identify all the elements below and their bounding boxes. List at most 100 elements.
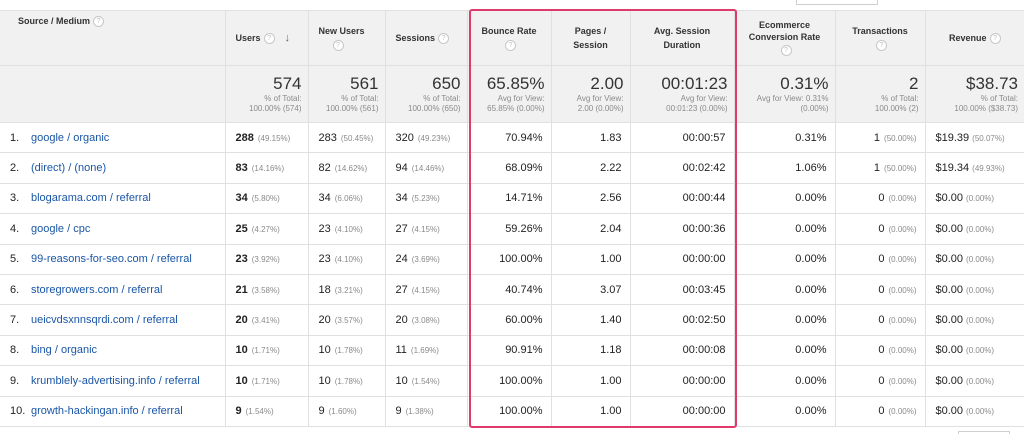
col-header-sessions[interactable]: Sessions? — [384, 10, 468, 66]
total-value: 561 — [350, 74, 379, 93]
users-percent: (1.54%) — [245, 407, 274, 417]
revenue-value: $19.34 — [935, 162, 970, 175]
total-value: 574 — [273, 74, 302, 93]
conversion-rate-cell: 0.00% — [733, 334, 836, 367]
col-header-ecommerce-conversion-rate[interactable]: Ecommerce Conversion Rate ? — [733, 10, 836, 66]
new-users-cell: 9 (1.60%) — [307, 395, 386, 427]
sessions-cell: 11 (1.69%) — [384, 334, 468, 367]
help-icon[interactable]: ? — [876, 40, 887, 52]
source-cell: 1. google / organic — [0, 121, 226, 154]
new-users-percent: (1.78%) — [334, 346, 363, 356]
revenue-cell: $0.00 (0.00%) — [924, 273, 1024, 306]
source-link[interactable]: ueicvdsxnnsqrdi.com / referral — [31, 314, 178, 326]
transactions-percent: (0.00%) — [888, 224, 917, 234]
transactions-cell: 0 (0.00%) — [834, 273, 926, 306]
duration-cell: 00:00:44 — [629, 182, 735, 215]
revenue-percent: (0.00%) — [966, 316, 995, 326]
col-header-avg-session-duration[interactable]: Avg. Session Duration — [629, 10, 735, 66]
help-icon[interactable]: ? — [505, 40, 516, 52]
total-note: % of Total: — [980, 94, 1018, 103]
sessions-cell: 24 (3.69%) — [384, 243, 468, 275]
source-link[interactable]: google / organic — [31, 132, 109, 144]
col-header-source-medium[interactable]: Source / Medium? — [0, 10, 226, 66]
pages-session-value: 1.83 — [600, 131, 622, 144]
help-icon[interactable]: ? — [332, 40, 344, 52]
bounce-rate-cell: 90.91% — [466, 334, 552, 367]
source-link[interactable]: 99-reasons-for-seo.com / referral — [31, 253, 192, 265]
total-note: Avg for View: — [576, 94, 624, 103]
conversion-rate-value: 0.31% — [795, 131, 827, 144]
conversion-rate-value: 0.00% — [795, 374, 827, 387]
transactions-value: 0 — [878, 253, 885, 266]
transactions-value: 0 — [878, 222, 885, 235]
source-link[interactable]: blogarama.com / referral — [31, 192, 151, 204]
transactions-percent: (0.00%) — [888, 194, 917, 204]
table-row: 3. blogarama.com / referral 34 (5.80%) 34 (6.… — [0, 182, 1024, 215]
source-link[interactable]: bing / organic — [31, 344, 97, 356]
duration-value: 00:00:08 — [682, 344, 726, 357]
users-cell: 10 (1.71%) — [224, 334, 309, 367]
users-cell: 25 (4.27%) — [224, 213, 309, 245]
source-link[interactable]: google / cpc — [31, 223, 90, 235]
pages-session-value: 2.56 — [600, 192, 622, 205]
bounce-rate-value: 100.00% — [499, 405, 543, 418]
transactions-value: 0 — [878, 283, 885, 296]
col-header-label: Users — [235, 32, 261, 43]
col-header-users[interactable]: Users? ↓ — [224, 10, 309, 66]
help-icon[interactable]: ? — [989, 33, 1001, 45]
help-icon[interactable]: ? — [780, 45, 792, 57]
col-header-label: Pages / Session — [573, 26, 608, 50]
transactions-cell: 0 (0.00%) — [834, 213, 926, 245]
sessions-percent: (1.54%) — [411, 376, 440, 386]
users-percent: (3.92%) — [251, 255, 280, 265]
bounce-rate-cell: 40.74% — [466, 273, 552, 306]
source-link[interactable]: storegrowers.com / referral — [31, 284, 162, 296]
duration-cell: 00:00:00 — [629, 365, 735, 397]
pages-session-cell: 2.04 — [550, 213, 631, 245]
transactions-cell: 1 (50.00%) — [834, 152, 926, 184]
transactions-cell: 0 (0.00%) — [834, 395, 926, 427]
source-link[interactable]: growth-hackingan.info / referral — [31, 405, 183, 417]
sessions-value: 20 — [395, 314, 408, 327]
new-users-percent: (1.60%) — [328, 407, 357, 417]
revenue-cell: $0.00 (0.00%) — [924, 334, 1024, 367]
conversion-rate-cell: 0.00% — [733, 395, 836, 427]
bottom-strip — [0, 429, 1024, 434]
total-value: 2.00 — [590, 74, 624, 93]
col-header-new-users[interactable]: New Users ? — [307, 10, 386, 66]
col-header-pages-session[interactable]: Pages / Session — [550, 10, 631, 66]
help-icon[interactable]: ? — [263, 32, 275, 44]
col-header-transactions[interactable]: Transactions ? — [834, 10, 926, 66]
duration-cell: 00:00:08 — [629, 334, 735, 367]
sort-desc-icon[interactable]: ↓ — [285, 31, 291, 45]
users-cell: 83 (14.16%) — [224, 152, 309, 184]
conversion-rate-cell: 1.06% — [733, 152, 836, 184]
help-icon[interactable]: ? — [93, 16, 105, 28]
conversion-rate-value: 0.00% — [795, 314, 827, 327]
transactions-value: 0 — [878, 344, 885, 357]
source-link[interactable]: krumblely-advertising.info / referral — [31, 375, 200, 387]
col-header-label: Sessions — [395, 33, 436, 43]
bounce-rate-cell: 60.00% — [466, 304, 552, 336]
sessions-percent: (5.23%) — [411, 194, 440, 204]
source-medium-table: Source / Medium? Users? ↓ New Users ? Ses… — [0, 10, 1024, 427]
top-control-edge[interactable] — [796, 0, 878, 5]
users-cell: 288 (49.15%) — [224, 121, 309, 154]
revenue-value: $0.00 — [935, 405, 964, 418]
pages-session-value: 1.00 — [600, 405, 622, 418]
col-header-revenue[interactable]: Revenue? — [924, 10, 1024, 66]
revenue-percent: (0.00%) — [966, 285, 995, 295]
users-value: 83 — [235, 162, 248, 175]
transactions-percent: (0.00%) — [888, 255, 917, 265]
revenue-cell: $19.34 (49.93%) — [924, 152, 1024, 184]
source-link[interactable]: (direct) / (none) — [31, 162, 106, 174]
source-cell: 2. (direct) / (none) — [0, 152, 226, 184]
col-header-bounce-rate[interactable]: Bounce Rate ? — [466, 10, 552, 66]
sessions-value: 94 — [395, 162, 408, 175]
help-icon[interactable]: ? — [438, 33, 450, 45]
bounce-rate-cell: 68.09% — [466, 152, 552, 184]
revenue-value: $0.00 — [935, 344, 964, 357]
duration-value: 00:00:00 — [682, 374, 726, 387]
conversion-rate-cell: 0.00% — [733, 243, 836, 275]
bounce-rate-value: 59.26% — [505, 222, 543, 235]
